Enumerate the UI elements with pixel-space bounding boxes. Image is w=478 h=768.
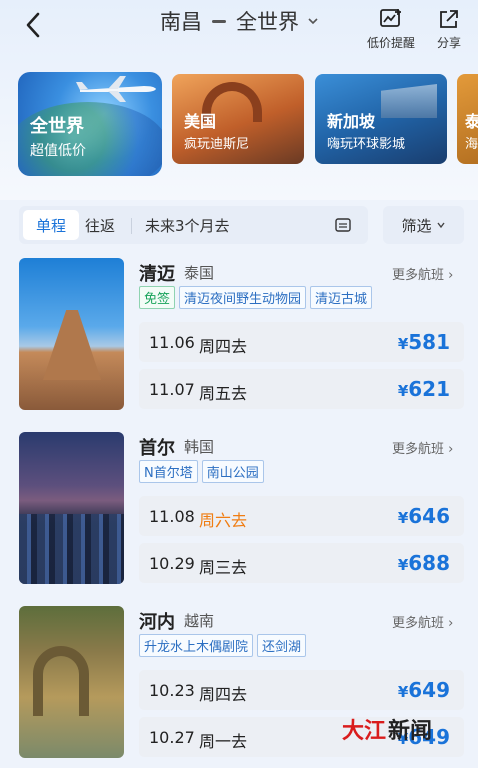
flight-option[interactable]: 10.23 周四去 ¥649 — [139, 670, 464, 710]
watermark: 大江 新闻 — [342, 713, 432, 745]
trip-filter-bar: 单程 往返 未来3个月去 — [19, 206, 368, 244]
date-range-selector[interactable]: 未来3个月去 — [145, 210, 230, 240]
tab-round-trip[interactable]: 往返 — [85, 210, 115, 240]
destination-label: 全世界 — [236, 10, 299, 34]
flight-date: 10.23 — [149, 681, 195, 700]
destination-name: 全世界 — [30, 116, 84, 137]
tag-attraction: 清迈古城 — [310, 286, 373, 309]
flight-day: 周六去 — [199, 511, 248, 530]
flight-date: 11.08 — [149, 507, 195, 526]
country-name: 越南 — [184, 612, 215, 630]
tag-attraction: 升龙水上木偶剧院 — [139, 634, 254, 657]
destination-card-world[interactable]: 全世界 超值低价 — [18, 72, 162, 176]
tab-one-way[interactable]: 单程 — [23, 210, 79, 240]
destination-subtitle: 超值低价 — [30, 143, 86, 159]
destination-card-singapore[interactable]: 新加坡 嗨玩环球影城 — [315, 74, 447, 164]
route-title[interactable]: 南昌 全世界 — [160, 6, 319, 36]
more-flights-link[interactable]: 更多航班 › — [392, 438, 453, 457]
destination-subtitle: 海 — [465, 137, 478, 152]
destination-subtitle: 嗨玩环球影城 — [327, 137, 406, 152]
city-name: 首尔 — [139, 438, 175, 459]
tag-list: 升龙水上木偶剧院 还剑湖 — [139, 634, 307, 657]
city-name: 清迈 — [139, 264, 175, 285]
skyline-image — [381, 84, 437, 118]
destination-name: 新加坡 — [327, 112, 376, 131]
flight-price: ¥649 — [397, 678, 450, 702]
tag-list: 免签 清迈夜间野生动物园 清迈古城 — [139, 286, 373, 309]
country-name: 韩国 — [184, 438, 215, 456]
tag-attraction: 清迈夜间野生动物园 — [179, 286, 307, 309]
flight-day: 周五去 — [199, 384, 248, 403]
flight-date: 10.29 — [149, 554, 195, 573]
flight-price: ¥581 — [397, 330, 450, 354]
more-flights-link[interactable]: 更多航班 › — [392, 264, 453, 283]
destination-card-thailand[interactable]: 泰 海 — [457, 74, 478, 164]
flight-option[interactable]: 11.06 周四去 ¥581 — [139, 322, 464, 362]
price-alert-label: 低价提醒 — [367, 36, 416, 50]
destination-carousel[interactable]: 全世界 超值低价 美国 疯玩迪斯尼 新加坡 嗨玩环球影城 泰 海 — [0, 60, 478, 180]
share-icon — [440, 10, 458, 28]
route-dash-icon — [212, 19, 226, 23]
country-name: 泰国 — [184, 264, 215, 282]
filter-label: 筛选 — [401, 216, 432, 235]
city-photo — [19, 432, 124, 584]
destination-name: 美国 — [184, 112, 217, 131]
flight-option[interactable]: 11.08 周六去 ¥646 — [139, 496, 464, 536]
flight-day: 周四去 — [199, 685, 248, 704]
flight-date: 11.06 — [149, 333, 195, 352]
flight-day: 周四去 — [199, 337, 248, 356]
share-button[interactable]: 分享 — [437, 8, 461, 51]
gate-image — [33, 646, 89, 716]
watermark-part1: 大江 — [342, 719, 387, 744]
tag-list: N首尔塔 南山公园 — [139, 460, 264, 483]
destination-name: 泰 — [465, 112, 478, 131]
flight-price: ¥621 — [397, 377, 450, 401]
tag-visa-free: 免签 — [139, 286, 176, 309]
filter-button[interactable]: 筛选 — [383, 206, 464, 244]
flight-day: 周三去 — [199, 558, 248, 577]
city-name: 河内 — [139, 612, 175, 633]
flight-option[interactable]: 11.07 周五去 ¥621 — [139, 369, 464, 409]
city-photo — [19, 258, 124, 410]
tag-attraction: N首尔塔 — [139, 460, 198, 483]
destination-card-usa[interactable]: 美国 疯玩迪斯尼 — [172, 74, 304, 164]
temple-image — [43, 310, 101, 380]
share-label: 分享 — [437, 36, 462, 50]
price-alert-button[interactable]: 低价提醒 — [367, 8, 415, 51]
tag-attraction: 还剑湖 — [257, 634, 307, 657]
flight-day: 周一去 — [199, 732, 248, 751]
flight-date: 10.27 — [149, 728, 195, 747]
destination-result-card[interactable]: 清迈 泰国 更多航班 › 免签 清迈夜间野生动物园 清迈古城 11.06 周四去… — [0, 258, 478, 418]
destination-subtitle: 疯玩迪斯尼 — [184, 137, 250, 152]
city-photo — [19, 606, 124, 758]
chevron-down-icon — [436, 222, 445, 229]
flight-price: ¥688 — [397, 551, 450, 575]
destination-result-card[interactable]: 首尔 韩国 更多航班 › N首尔塔 南山公园 11.08 周六去 ¥646 10… — [0, 432, 478, 592]
more-flights-link[interactable]: 更多航班 › — [392, 612, 453, 631]
night-city-image — [19, 514, 124, 584]
divider — [131, 218, 132, 234]
header: 南昌 全世界 低价提醒 分享 — [0, 0, 478, 58]
airplane-icon — [76, 76, 156, 102]
tag-attraction: 南山公园 — [201, 460, 264, 483]
back-arrow-icon[interactable] — [22, 10, 46, 40]
flight-price: ¥646 — [397, 504, 450, 528]
price-alert-icon — [380, 9, 401, 27]
chevron-down-icon — [308, 18, 318, 25]
flight-date: 11.07 — [149, 380, 195, 399]
flight-option[interactable]: 10.29 周三去 ¥688 — [139, 543, 464, 583]
origin-city: 南昌 — [160, 10, 202, 34]
watermark-part2: 新闻 — [388, 719, 433, 744]
calendar-icon[interactable] — [335, 218, 351, 232]
